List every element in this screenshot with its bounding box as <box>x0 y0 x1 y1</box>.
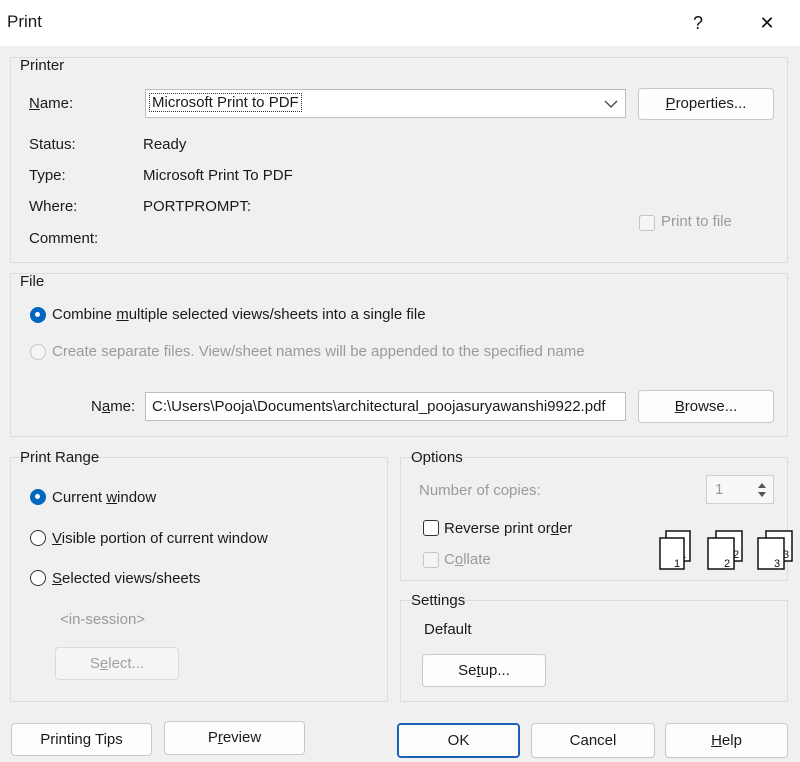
stepper-arrows-icon <box>758 483 766 497</box>
file-name-label: Name: <box>91 398 136 415</box>
title-bar: Print ? ✕ <box>0 0 800 46</box>
close-icon[interactable]: ✕ <box>744 0 790 46</box>
copies-stepper[interactable]: 1 <box>706 475 774 504</box>
print-range-group-label: Print Range <box>20 449 100 466</box>
svg-text:3: 3 <box>774 558 780 570</box>
status-label: Status: <box>29 136 76 153</box>
collate-pages-3-icon: 3 3 <box>757 530 793 570</box>
preview-button[interactable]: Preview <box>164 721 305 755</box>
current-window-radio[interactable] <box>30 489 46 505</box>
settings-group-label: Settings <box>411 592 466 609</box>
help-title-button[interactable]: ? <box>675 0 721 46</box>
type-value: Microsoft Print To PDF <box>143 167 293 184</box>
svg-text:2: 2 <box>724 558 730 570</box>
printer-group-label: Printer <box>20 57 65 74</box>
printer-name-value: Microsoft Print to PDF <box>149 93 302 112</box>
setup-button[interactable]: Setup... <box>422 654 546 687</box>
settings-value: Default <box>424 621 472 638</box>
copies-label: Number of copies: <box>419 482 541 499</box>
collate-pages-1-icon: 1 1 <box>659 530 691 570</box>
selected-views-label: Selected views/sheets <box>52 570 201 587</box>
visible-portion-radio[interactable] <box>30 530 46 546</box>
printer-name-dropdown[interactable]: Microsoft Print to PDF <box>145 89 626 118</box>
separate-files-radio[interactable] <box>30 344 46 360</box>
file-group-label: File <box>20 273 45 290</box>
copies-value: 1 <box>715 481 724 498</box>
reverse-order-checkbox[interactable] <box>423 520 439 536</box>
in-session-label: <in-session> <box>60 611 146 628</box>
collate-label: Collate <box>444 551 491 568</box>
help-button[interactable]: Help <box>665 723 788 758</box>
file-name-input[interactable]: C:\Users\Pooja\Documents\architectural_p… <box>145 392 626 421</box>
print-to-file-label: Print to file <box>661 213 732 230</box>
cancel-button[interactable]: Cancel <box>531 723 655 758</box>
svg-text:1: 1 <box>674 558 680 570</box>
collate-pages-2-icon: 2 2 <box>707 530 743 570</box>
reverse-order-label: Reverse print order <box>444 520 573 537</box>
window-title: Print <box>7 12 42 31</box>
file-name-value: C:\Users\Pooja\Documents\architectural_p… <box>152 398 606 415</box>
collate-checkbox[interactable] <box>423 552 439 568</box>
select-button[interactable]: Select... <box>55 647 179 680</box>
where-label: Where: <box>29 198 78 215</box>
browse-button[interactable]: Browse... <box>638 390 774 423</box>
ok-button[interactable]: OK <box>397 723 520 758</box>
visible-portion-label: Visible portion of current window <box>52 530 268 547</box>
print-to-file-checkbox[interactable] <box>639 215 655 231</box>
comment-label: Comment: <box>29 230 99 247</box>
combine-label: Combine multiple selected views/sheets i… <box>52 306 426 323</box>
separate-files-label: Create separate files. View/sheet names … <box>52 343 585 360</box>
chevron-down-icon <box>604 100 618 108</box>
type-label: Type: <box>29 167 66 184</box>
printer-name-label: Name: <box>29 95 74 112</box>
properties-button[interactable]: Properties... <box>638 88 774 120</box>
options-group-label: Options <box>411 449 463 466</box>
where-value: PORTPROMPT: <box>143 198 252 215</box>
current-window-label: Current window <box>52 489 157 506</box>
selected-views-radio[interactable] <box>30 570 46 586</box>
printing-tips-button[interactable]: Printing Tips <box>11 723 152 756</box>
status-value: Ready <box>143 136 187 153</box>
combine-radio[interactable] <box>30 307 46 323</box>
